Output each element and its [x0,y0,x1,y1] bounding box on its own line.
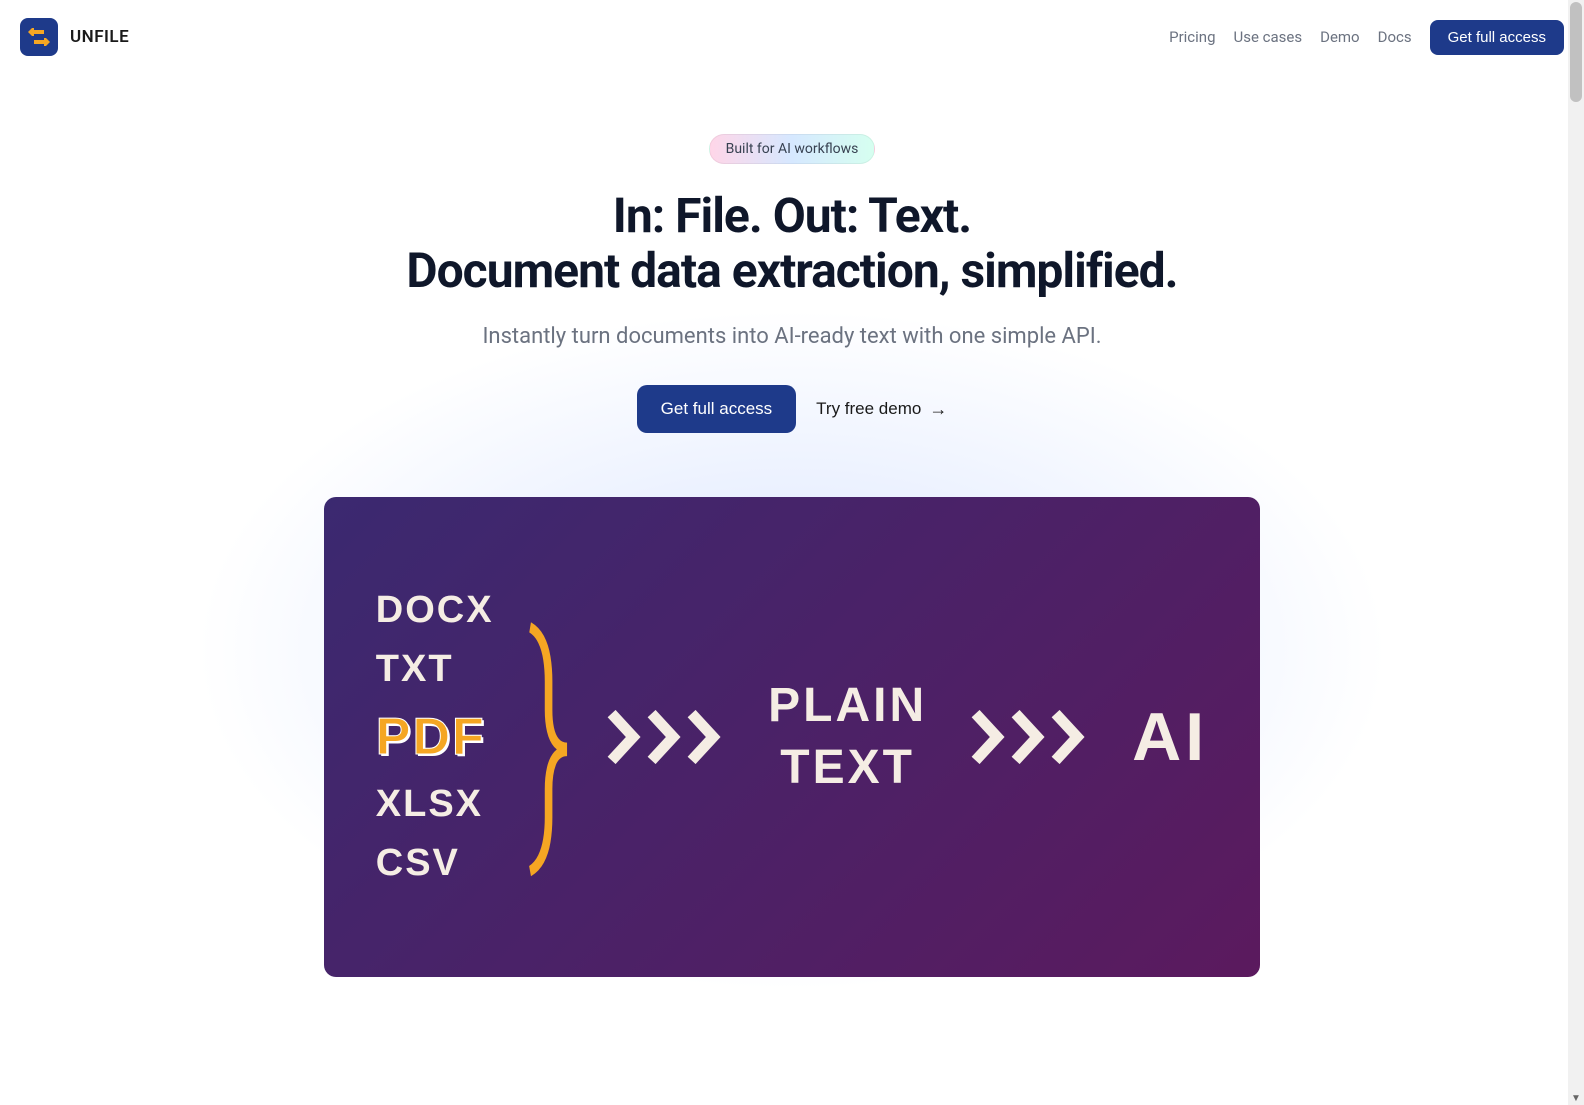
file-type-txt: TXT [376,648,494,691]
logo-icon [20,18,58,56]
hero-subtitle: Instantly turn documents into AI-ready t… [0,324,1584,349]
hero-badge: Built for AI workflows [709,134,876,164]
chevrons-icon-1 [607,710,725,764]
plain-text-label: PLAIN TEXT [768,675,927,800]
top-nav: UNFILE Pricing Use cases Demo Docs Get f… [0,0,1584,74]
nav-cta-button[interactable]: Get full access [1430,20,1564,55]
nav-link-docs[interactable]: Docs [1378,28,1412,46]
nav-brand[interactable]: UNFILE [20,18,129,56]
brand-name: UNFILE [70,27,129,47]
hero-title-line1: In: File. Out: Text. [613,187,971,244]
file-type-xlsx: XLSX [376,783,494,826]
hero-primary-button[interactable]: Get full access [637,385,797,433]
file-type-csv: CSV [376,842,494,885]
scrollbar-down-icon[interactable]: ▼ [1571,1093,1581,1103]
file-type-pdf: PDF [376,707,494,767]
hero-section: Built for AI workflows In: File. Out: Te… [0,74,1584,433]
hero-secondary-button[interactable]: Try free demo → [816,399,947,420]
nav-link-use-cases[interactable]: Use cases [1234,28,1303,46]
chevrons-icon-2 [971,710,1089,764]
nav-links: Pricing Use cases Demo Docs Get full acc… [1169,20,1564,55]
nav-link-demo[interactable]: Demo [1320,28,1360,46]
brace-icon: } [529,633,572,841]
hero-title: In: File. Out: Text. Document data extra… [0,188,1584,298]
file-types-list: DOCX TXT PDF XLSX CSV [376,589,494,885]
hero-secondary-label: Try free demo [816,399,921,419]
nav-link-pricing[interactable]: Pricing [1169,28,1215,46]
hero-illustration: DOCX TXT PDF XLSX CSV } PLAIN TEXT AI [324,497,1260,977]
ai-label: AI [1132,698,1208,776]
file-type-docx: DOCX [376,589,494,632]
plain-text-line1: PLAIN [768,679,927,732]
hero-title-line2: Document data extraction, simplified. [406,242,1177,299]
arrow-right-icon: → [929,399,947,420]
hero-actions: Get full access Try free demo → [0,385,1584,433]
plain-text-line2: TEXT [780,741,915,794]
